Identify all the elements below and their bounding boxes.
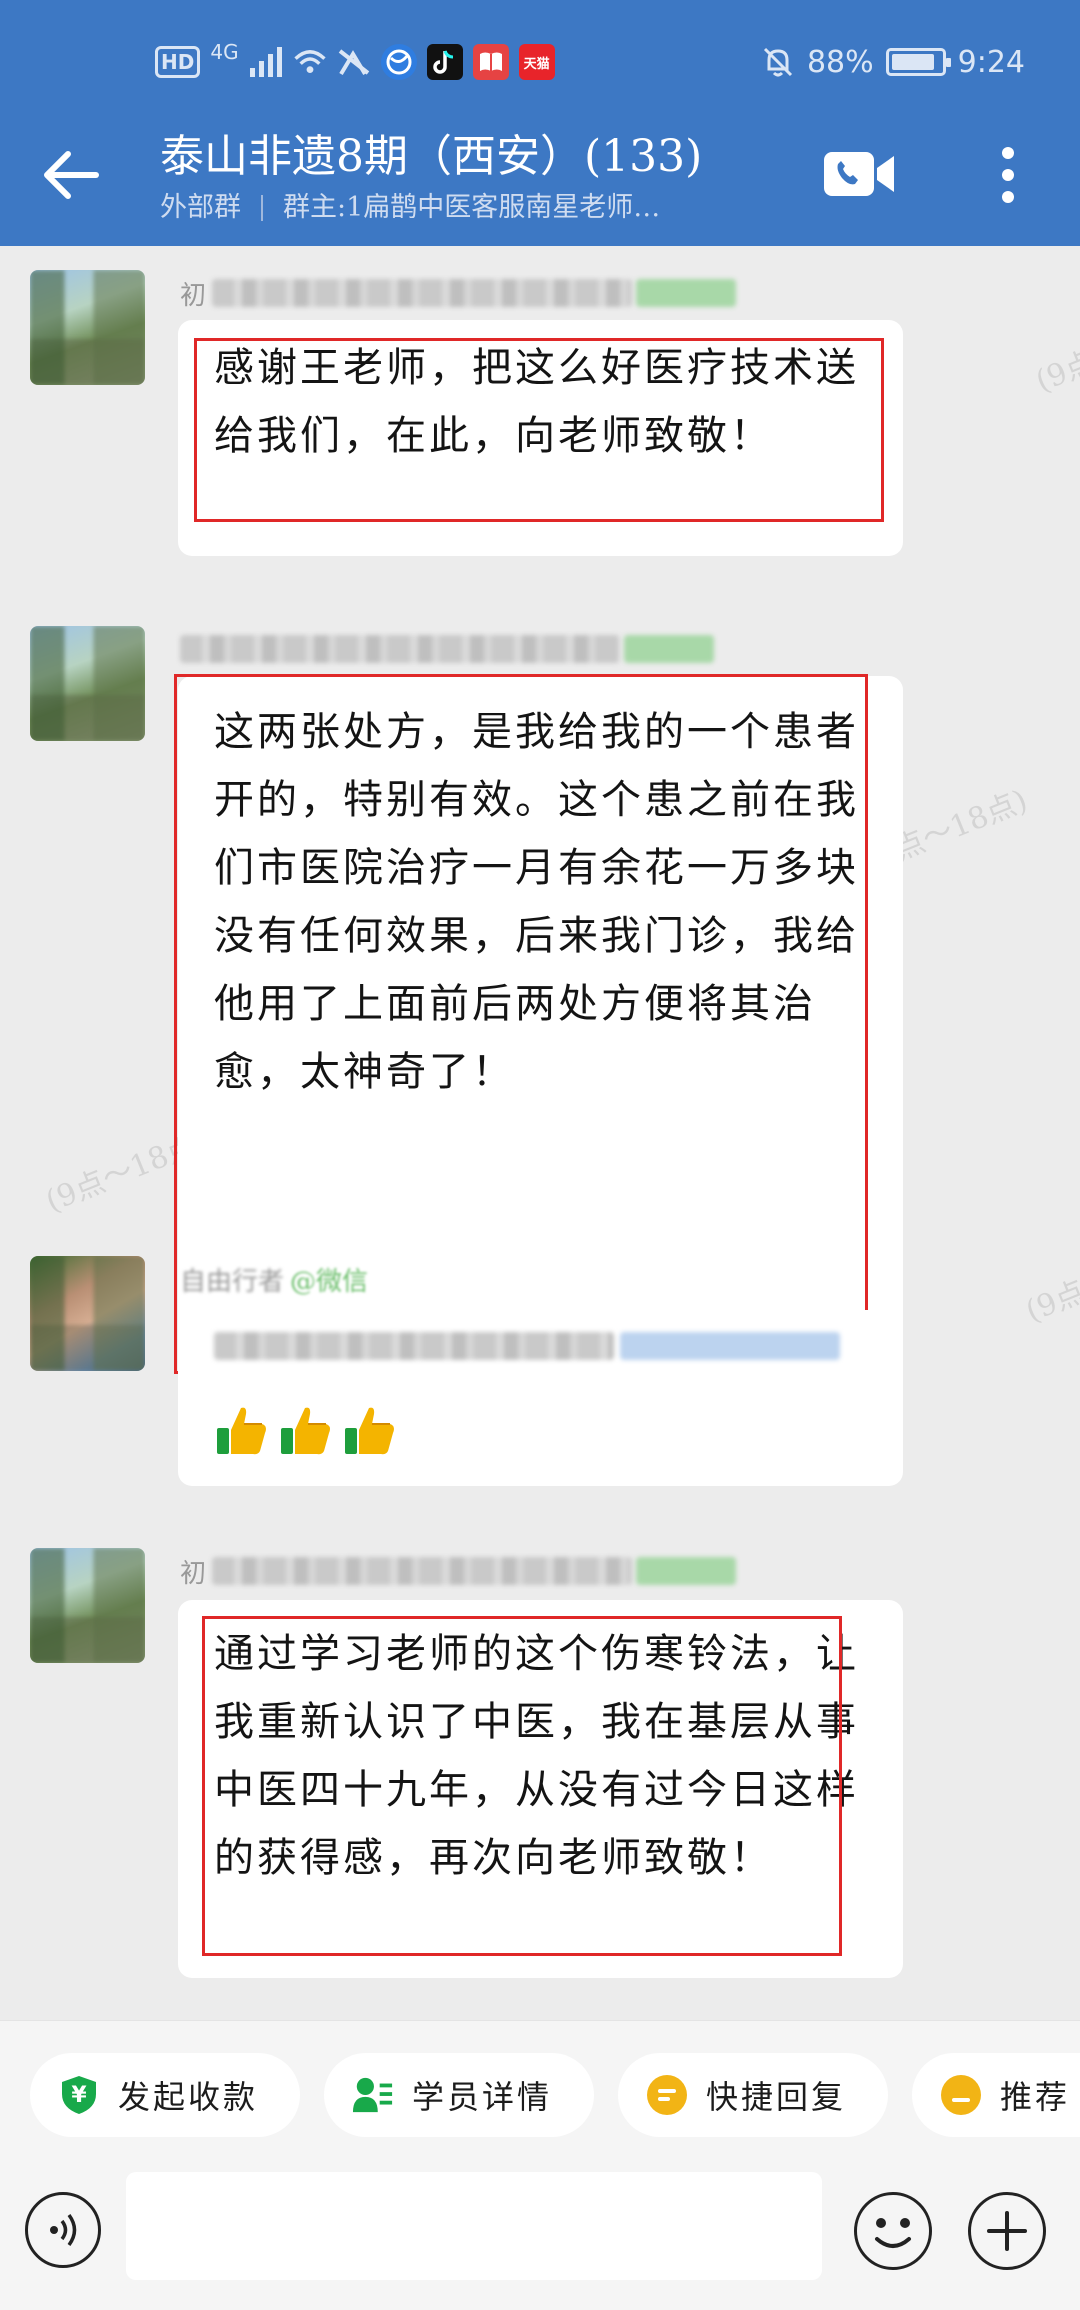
blurred-sender-name	[180, 635, 620, 663]
blurred-sender-tag	[636, 1557, 737, 1585]
group-title: 泰山非遗8期（西安）(133)	[160, 131, 703, 182]
clock: 9:24	[957, 44, 1025, 80]
voice-input-button[interactable]	[25, 2192, 101, 2268]
blurred-quote-line	[214, 1332, 840, 1360]
chat-header: 泰山非遗8期（西安）(133) 外部群 群主:1扁鹊中医客服南星老师…	[0, 120, 1080, 246]
group-subtitle: 外部群 群主:1扁鹊中医客服南星老师…	[160, 188, 800, 228]
voice-wave-icon	[50, 2213, 77, 2247]
blurred-text	[214, 1332, 614, 1360]
message-input[interactable]	[126, 2172, 822, 2280]
battery-level	[891, 54, 934, 70]
message-bubble[interactable]: 感谢王老师，把这么好医疗技术送给我们，在此，向老师致敬！	[178, 320, 903, 556]
sender-name: 自由行者 @微信	[180, 1264, 740, 1297]
quick-action-bar: ¥ 发起收款 学员详情 快捷回复 推荐	[0, 2020, 1080, 2170]
watermark: (9点～18点)	[1020, 1233, 1080, 1330]
sim-off-icon	[337, 45, 371, 79]
thumbs-up-emoji	[281, 1407, 330, 1455]
thumbs-up-emoji	[345, 1407, 394, 1455]
plus-icon	[987, 2211, 1027, 2251]
status-left: HD 4G 天猫	[155, 40, 555, 84]
sender-name	[180, 634, 740, 664]
subtitle-divider	[261, 195, 263, 221]
more-options-button[interactable]	[990, 142, 1026, 208]
quick-action-label: 学员详情	[412, 2078, 553, 2116]
tmall-app-icon: 天猫	[518, 44, 555, 80]
message-bubble[interactable]	[178, 1310, 903, 1486]
sender-prefix: 自由行者	[180, 1266, 285, 1297]
emoji-button[interactable]	[854, 2192, 932, 2270]
network-type: 4G	[210, 40, 239, 64]
highlight-box	[194, 338, 884, 522]
quick-action-student[interactable]: 学员详情	[324, 2053, 594, 2137]
quick-action-label: 发起收款	[118, 2078, 259, 2116]
quick-action-label: 推荐	[1000, 2078, 1071, 2116]
bell-muted-icon	[761, 45, 795, 79]
browser-app-icon	[380, 44, 417, 80]
chat-area[interactable]: (9点～18点) (9点～18点) (9点～18点) (9点～18点) (9点～…	[0, 246, 1080, 2020]
blurred-sender-tag	[636, 279, 737, 307]
battery-percent: 88%	[806, 44, 874, 80]
hd-indicator: HD	[155, 46, 201, 78]
sender-name: 初	[180, 278, 740, 311]
blurred-sender-tag	[624, 635, 714, 663]
quick-action-reply[interactable]: 快捷回复	[618, 2053, 888, 2137]
more-actions-button[interactable]	[968, 2192, 1046, 2270]
battery-icon	[885, 48, 951, 76]
sender-prefix: 初	[180, 280, 207, 311]
student-card-icon	[352, 2074, 394, 2116]
payment-shield-icon: ¥	[58, 2074, 100, 2116]
video-camera-icon	[824, 152, 894, 196]
quick-action-recommend[interactable]: 推荐	[912, 2053, 1080, 2137]
sender-avatar[interactable]	[30, 626, 145, 741]
sender-name: 初	[180, 1556, 740, 1589]
sender-avatar[interactable]	[30, 270, 145, 385]
highlight-box	[202, 1616, 842, 1956]
back-arrow-icon	[44, 151, 99, 199]
more-dot	[1002, 169, 1014, 181]
blurred-sender-name	[212, 1557, 633, 1585]
emoji-row	[214, 1402, 398, 1458]
recommend-icon	[940, 2074, 982, 2116]
wifi-icon	[293, 45, 327, 79]
reader-app-icon	[472, 44, 509, 80]
watermark: (9点～18点)	[1030, 303, 1080, 400]
blurred-sender-name	[212, 279, 633, 307]
quick-action-label: 快捷回复	[706, 2078, 847, 2116]
sender-avatar[interactable]	[30, 1548, 145, 1663]
status-bar: HD 4G 天猫 88% 9:24	[0, 0, 1080, 120]
sender-prefix: 初	[180, 1558, 207, 1589]
tiktok-app-icon	[426, 44, 463, 80]
blurred-link	[620, 1332, 840, 1360]
signal-icon	[249, 45, 283, 79]
video-call-button[interactable]	[822, 146, 898, 202]
sender-avatar[interactable]	[30, 1256, 145, 1371]
back-button[interactable]	[38, 142, 104, 208]
quick-action-payment[interactable]: ¥ 发起收款	[30, 2053, 300, 2137]
sender-tag: @微信	[290, 1266, 369, 1297]
group-owner: 群主:1扁鹊中医客服南星老师…	[283, 192, 661, 223]
input-bar	[0, 2170, 1080, 2310]
more-dot	[1002, 191, 1014, 203]
svg-text:¥: ¥	[71, 2083, 87, 2108]
status-right: 88% 9:24	[761, 40, 1025, 84]
smiley-icon	[875, 2218, 911, 2248]
group-type: 外部群	[160, 192, 241, 223]
thumbs-up-emoji	[217, 1407, 266, 1455]
more-dot	[1002, 147, 1014, 159]
message-bubble[interactable]: 通过学习老师的这个伤寒铃法，让我重新认识了中医，我在基层从事中医四十九年，从没有…	[178, 1600, 903, 1978]
quick-reply-icon	[646, 2074, 688, 2116]
chat-title-area[interactable]: 泰山非遗8期（西安）(133) 外部群 群主:1扁鹊中医客服南星老师…	[160, 126, 800, 228]
